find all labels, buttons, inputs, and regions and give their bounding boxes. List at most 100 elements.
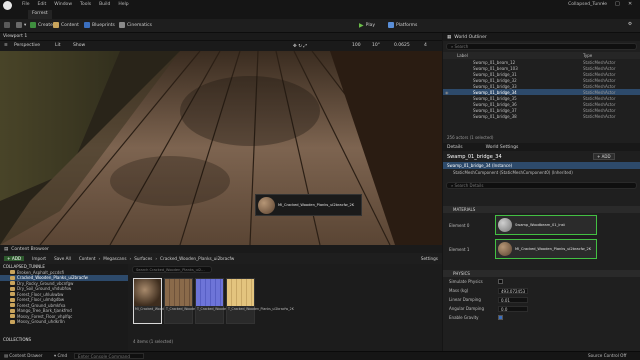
- settings-icon[interactable]: ⚙: [628, 22, 632, 27]
- source-control-status[interactable]: Source Control Off: [588, 353, 626, 358]
- maximize-icon[interactable]: □: [615, 1, 620, 7]
- lit-button[interactable]: Lit: [55, 43, 61, 48]
- cinematics-button[interactable]: Cinematics: [119, 22, 152, 28]
- folder-icon: [10, 303, 15, 308]
- component-row[interactable]: StaticMeshComponent (StaticMeshComponent…: [443, 169, 640, 176]
- asset-grid: Search Cracked_Wooden_Planks_ui2... MI_C…: [130, 264, 442, 351]
- material-thumbnail: [258, 196, 275, 214]
- search-icon: ⌕: [451, 44, 454, 49]
- element-1-label: Element 1: [449, 246, 470, 252]
- content-browser-tab[interactable]: ▤ Content Browser: [0, 245, 442, 253]
- folder-icon: [10, 292, 15, 297]
- camera-speed-value[interactable]: 4: [424, 43, 427, 48]
- material-slot-1[interactable]: MI_Cracked_Wooden_Planks_ui2bracfw_2K: [495, 239, 597, 259]
- grid-snap-value[interactable]: 100: [352, 43, 361, 48]
- play-button[interactable]: ▶ Play: [359, 22, 375, 29]
- mass-field[interactable]: 493.072453: [498, 287, 528, 294]
- folder-icon: [10, 275, 15, 280]
- world-outliner-panel: ▦ World Outliner ⌕ Search Label Type Swam…: [443, 33, 640, 143]
- asset-tile-texture[interactable]: T_Cracked_Wooden_Planks_ui2bracfw_2K: [226, 278, 294, 324]
- blueprints-icon: [84, 22, 90, 28]
- add-button[interactable]: + ADD: [4, 256, 25, 261]
- folder-tree: COLLAPSED_TUNNLE Broken_Asphalt_pccdsfi …: [0, 264, 128, 351]
- show-button[interactable]: Show: [73, 43, 85, 48]
- console-input[interactable]: Enter Console Command: [74, 353, 144, 359]
- tree-item[interactable]: Mossy_Ground_uhdkr0n: [0, 319, 128, 325]
- rotation-snap-value[interactable]: 10°: [372, 43, 380, 48]
- asset-tile-texture[interactable]: T_Cracked_Wooden_Planks_ui2...: [195, 278, 249, 324]
- breadcrumb-item[interactable]: Megascans: [103, 256, 126, 261]
- collections-header[interactable]: COLLECTIONS: [0, 337, 128, 343]
- scale-snap-value[interactable]: 0.0625: [394, 43, 410, 48]
- simulate-physics-checkbox[interactable]: [498, 279, 503, 284]
- search-icon: ⌕: [451, 183, 454, 188]
- unreal-logo-icon: [3, 1, 12, 10]
- menu-window[interactable]: Window: [54, 2, 72, 7]
- asset-search-input[interactable]: Search Cracked_Wooden_Planks_ui2...: [132, 266, 212, 273]
- minimize-icon[interactable]: –: [602, 1, 605, 7]
- breadcrumb-item[interactable]: Cracked_Wooden_Planks_ui2bracfw: [160, 256, 234, 261]
- menu-build[interactable]: Build: [99, 2, 110, 7]
- save-icon[interactable]: [4, 22, 10, 28]
- create-button[interactable]: Create: [30, 22, 53, 28]
- settings-button[interactable]: Settings: [421, 256, 438, 261]
- menu-edit[interactable]: Edit: [38, 2, 47, 7]
- linear-damping-row: Linear Damping 0.01: [443, 295, 640, 304]
- material-slot-0[interactable]: Swamp_Woodbeam_01_inst: [495, 215, 597, 235]
- blueprints-button[interactable]: Blueprints: [84, 22, 115, 28]
- level-tab[interactable]: Forrest: [28, 10, 52, 19]
- content-browser-icon: ▤: [4, 246, 9, 252]
- physics-section-header[interactable]: PHYSICS: [443, 270, 640, 277]
- outliner-footer: 256 actors (1 selected): [447, 135, 494, 140]
- mass-row: Mass (kg) 493.072453: [443, 286, 640, 295]
- asset-thumbnail: [165, 279, 192, 306]
- folder-icon: [10, 297, 15, 302]
- details-tab[interactable]: Details: [447, 145, 463, 150]
- viewport-menu-icon[interactable]: ≡: [4, 43, 8, 48]
- enable-gravity-checkbox[interactable]: [498, 315, 503, 320]
- add-component-button[interactable]: + ADD: [593, 153, 615, 160]
- details-panel: Details World Settings Swamp_01_bridge_3…: [443, 143, 640, 360]
- linear-damping-field[interactable]: 0.01: [498, 296, 528, 303]
- outliner-search-input[interactable]: ⌕ Search: [446, 43, 637, 50]
- visibility-eye-icon[interactable]: ◉: [445, 90, 449, 95]
- mode-select-button[interactable]: ▾: [16, 22, 26, 28]
- breadcrumb-item[interactable]: Content: [79, 256, 96, 261]
- folder-icon: [10, 270, 15, 275]
- instance-row[interactable]: Swamp_01_bridge_34 (Instance): [443, 162, 640, 169]
- menu-help[interactable]: Help: [118, 2, 128, 7]
- label-column-header[interactable]: Label: [457, 53, 468, 58]
- cinematics-icon: [119, 22, 125, 28]
- platforms-button[interactable]: Platforms: [388, 22, 417, 28]
- angular-damping-row: Angular Damping 0.0: [443, 304, 640, 313]
- asset-tile-texture[interactable]: T_Cracked_Wooden_Planks_ui2...: [164, 278, 218, 324]
- world-settings-tab[interactable]: World Settings: [486, 145, 519, 150]
- play-icon: ▶: [359, 22, 364, 29]
- outliner-row[interactable]: Swamp_01_bridge_38 StaticMeshActor: [443, 113, 640, 119]
- save-all-button[interactable]: Save All: [54, 256, 71, 261]
- type-column-header[interactable]: Type: [583, 53, 592, 58]
- content-button[interactable]: Content: [53, 22, 79, 28]
- asset-tile-material-instance[interactable]: MI_Cracked_Wooden_Planks_ui2...: [133, 278, 189, 324]
- close-icon[interactable]: ✕: [628, 1, 632, 7]
- menu-file[interactable]: File: [22, 2, 30, 7]
- details-tab-bar: Details World Settings: [443, 143, 640, 151]
- perspective-button[interactable]: Perspective: [14, 43, 40, 48]
- asset-thumbnail: [134, 279, 161, 306]
- viewport-scene[interactable]: [0, 51, 442, 245]
- breadcrumb-item[interactable]: Surfaces: [134, 256, 152, 261]
- viewport-tab[interactable]: Viewport 1: [3, 34, 27, 39]
- import-button[interactable]: Import: [32, 256, 46, 261]
- details-search-input[interactable]: ⌕ Search Details: [446, 182, 637, 189]
- content-drawer-button[interactable]: ▤ Content Drawer: [4, 353, 43, 358]
- material-element-0: Element 0 Swamp_Woodbeam_01_inst: [443, 213, 640, 237]
- angular-damping-field[interactable]: 0.0: [498, 305, 528, 312]
- transform-tools[interactable]: ✥ ↻ ⤢: [293, 43, 307, 49]
- viewport-toolbar: ≡ Perspective Lit Show ✥ ↻ ⤢ 100 10° 0.0…: [0, 41, 442, 51]
- cmd-dropdown[interactable]: ▾ Cmd: [54, 353, 67, 358]
- materials-section-header[interactable]: MATERIALS: [443, 206, 640, 213]
- menu-tools[interactable]: Tools: [80, 2, 91, 7]
- outliner-tab[interactable]: ▦ World Outliner: [443, 33, 640, 41]
- outliner-icon: ▦: [447, 34, 452, 40]
